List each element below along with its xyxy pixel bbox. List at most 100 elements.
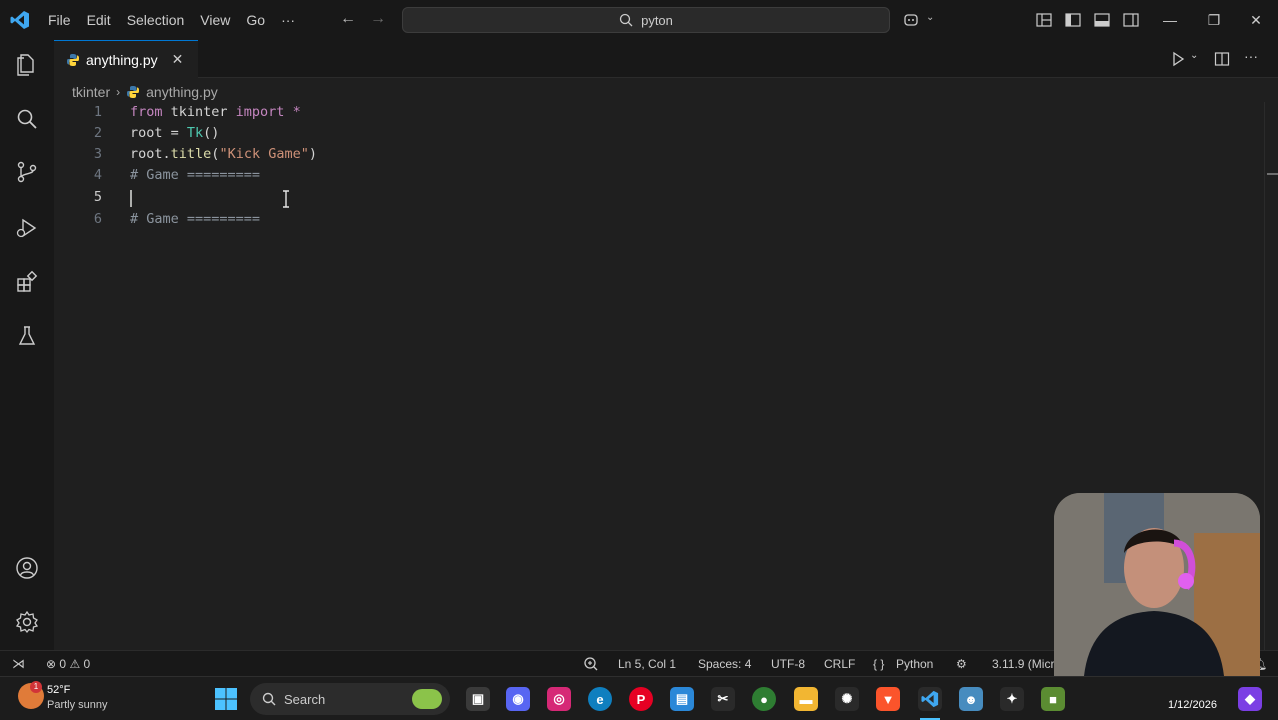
zoom-icon[interactable]	[583, 656, 599, 672]
windows-taskbar: 1 52°F Partly sunny Search ▣ ◉ ◎ e P ▤ ✂…	[0, 676, 1278, 720]
chrome-icon[interactable]: ●	[752, 687, 776, 711]
menu-selection[interactable]: Selection	[119, 0, 193, 40]
testing-icon[interactable]	[13, 322, 41, 350]
indentation[interactable]: Spaces: 4	[698, 651, 751, 677]
line-number: 2	[93, 125, 102, 141]
python-env-icon[interactable]: ⚙	[956, 651, 967, 677]
chevron-down-icon[interactable]: ⌄	[926, 12, 934, 23]
python-file-icon	[127, 86, 140, 98]
settings-gear-icon[interactable]	[13, 608, 41, 636]
breadcrumb-file[interactable]: anything.py	[146, 84, 218, 100]
explorer-icon[interactable]	[13, 50, 41, 78]
ibeam-cursor-icon	[283, 190, 289, 208]
language-mode[interactable]: Python	[896, 651, 933, 677]
end-of-line[interactable]: CRLF	[824, 651, 855, 677]
error-count: 0	[59, 657, 67, 671]
command-center[interactable]: pyton	[402, 7, 890, 33]
chevron-down-icon[interactable]: ⌄	[1190, 50, 1198, 61]
python-interpreter[interactable]: 3.11.9 (Micr	[992, 651, 1054, 677]
operator: *	[284, 104, 301, 120]
run-python-file-icon[interactable]	[1170, 51, 1186, 67]
godot-icon[interactable]: ☻	[959, 687, 983, 711]
menu-edit[interactable]: Edit	[79, 0, 119, 40]
menu-view[interactable]: View	[192, 0, 238, 40]
title-bar: File Edit Selection View Go ··· ← → pyto…	[0, 0, 1278, 40]
tab-label: anything.py	[86, 51, 158, 68]
copilot-icon[interactable]	[903, 11, 921, 29]
comment: # Game =========	[130, 211, 261, 227]
taskbar-search[interactable]: Search	[250, 683, 450, 715]
cursor-position[interactable]: Ln 5, Col 1	[618, 651, 676, 677]
run-debug-icon[interactable]	[13, 214, 41, 242]
search-icon[interactable]	[13, 105, 41, 133]
identifier: root	[130, 146, 163, 162]
weather-description[interactable]: Partly sunny	[47, 699, 108, 711]
remote-indicator-icon[interactable]: ⋊	[12, 651, 25, 677]
forward-arrow-icon[interactable]: →	[370, 10, 386, 28]
discord-icon[interactable]: ◉	[506, 687, 530, 711]
toggle-secondary-sidebar-icon[interactable]	[1122, 11, 1140, 29]
instagram-icon[interactable]: ◎	[547, 687, 571, 711]
command-center-text: pyton	[641, 12, 673, 28]
keyword: import	[235, 104, 285, 120]
search-highlight-icon	[412, 689, 442, 709]
account-icon[interactable]	[13, 554, 41, 582]
figma-icon[interactable]: ✦	[1000, 687, 1024, 711]
string-literal: "Kick Game"	[219, 146, 309, 162]
extensions-icon[interactable]	[13, 268, 41, 296]
code-line[interactable]: 5	[54, 187, 1264, 208]
breadcrumb: tkinter › anything.py	[72, 82, 218, 102]
capcut-icon[interactable]: ✂	[711, 687, 735, 711]
task-view-icon[interactable]: ▣	[466, 687, 490, 711]
menu-go[interactable]: Go	[238, 0, 273, 40]
minecraft-icon[interactable]: ■	[1041, 687, 1065, 711]
source-control-icon[interactable]	[13, 158, 41, 186]
problems-indicator[interactable]: ⊗ 0 ⚠ 0	[46, 651, 90, 677]
back-arrow-icon[interactable]: ←	[340, 10, 356, 28]
close-window-button[interactable]: ✕	[1234, 0, 1278, 40]
function-name: title	[170, 146, 212, 162]
store-icon[interactable]: ▤	[670, 687, 694, 711]
braces-icon[interactable]: { }	[873, 651, 884, 677]
scrollbar-cursor-marker	[1267, 173, 1278, 175]
code-line[interactable]: 4 # Game =========	[54, 165, 1264, 186]
pinterest-icon[interactable]: P	[629, 687, 653, 711]
comment: # Game =========	[130, 167, 261, 183]
warning-icon: ⚠	[69, 657, 81, 671]
line-number: 5	[93, 189, 102, 205]
file-explorer-icon[interactable]: ▬	[794, 687, 818, 711]
vscode-taskbar-icon[interactable]	[918, 687, 942, 711]
code-line[interactable]: 1 from tkinter import *	[54, 102, 1264, 123]
line-number: 6	[93, 211, 102, 227]
customize-layout-icon[interactable]	[1035, 11, 1053, 29]
brave-icon[interactable]: ▼	[876, 687, 900, 711]
toggle-panel-icon[interactable]	[1093, 11, 1111, 29]
chatgpt-icon[interactable]: ✺	[835, 687, 859, 711]
taskbar-date[interactable]: 1/12/2026	[1168, 699, 1217, 711]
taskbar-search-label: Search	[284, 691, 326, 707]
code-line[interactable]: 6 # Game =========	[54, 209, 1264, 230]
weather-temp[interactable]: 52°F	[47, 684, 70, 696]
edge-icon[interactable]: e	[588, 687, 612, 711]
menu-file[interactable]: File	[40, 0, 79, 40]
copilot-taskbar-icon[interactable]: ◆	[1238, 687, 1262, 711]
vscode-logo-icon	[0, 0, 40, 40]
breadcrumb-folder[interactable]: tkinter	[72, 84, 110, 100]
minimize-button[interactable]: —	[1148, 0, 1192, 40]
code-line[interactable]: 3 root.title("Kick Game")	[54, 144, 1264, 165]
menu-more[interactable]: ···	[273, 0, 303, 40]
punctuation: .	[162, 146, 171, 162]
search-icon	[262, 692, 276, 706]
editor-scrollbar[interactable]	[1264, 102, 1278, 650]
close-icon[interactable]: ✕	[172, 51, 184, 68]
encoding[interactable]: UTF-8	[771, 651, 805, 677]
windows-start-icon[interactable]	[214, 687, 238, 711]
editor-tabs: anything.py ✕ ⌄ ···	[54, 40, 1278, 78]
toggle-primary-sidebar-icon[interactable]	[1064, 11, 1082, 29]
code-line[interactable]: 2 root = Tk()	[54, 123, 1264, 144]
more-actions-icon[interactable]: ···	[1244, 48, 1258, 64]
python-file-icon	[67, 53, 79, 66]
split-editor-icon[interactable]	[1214, 51, 1230, 67]
tab-anything-py[interactable]: anything.py ✕	[54, 40, 198, 78]
restore-button[interactable]: ❐	[1192, 0, 1236, 40]
